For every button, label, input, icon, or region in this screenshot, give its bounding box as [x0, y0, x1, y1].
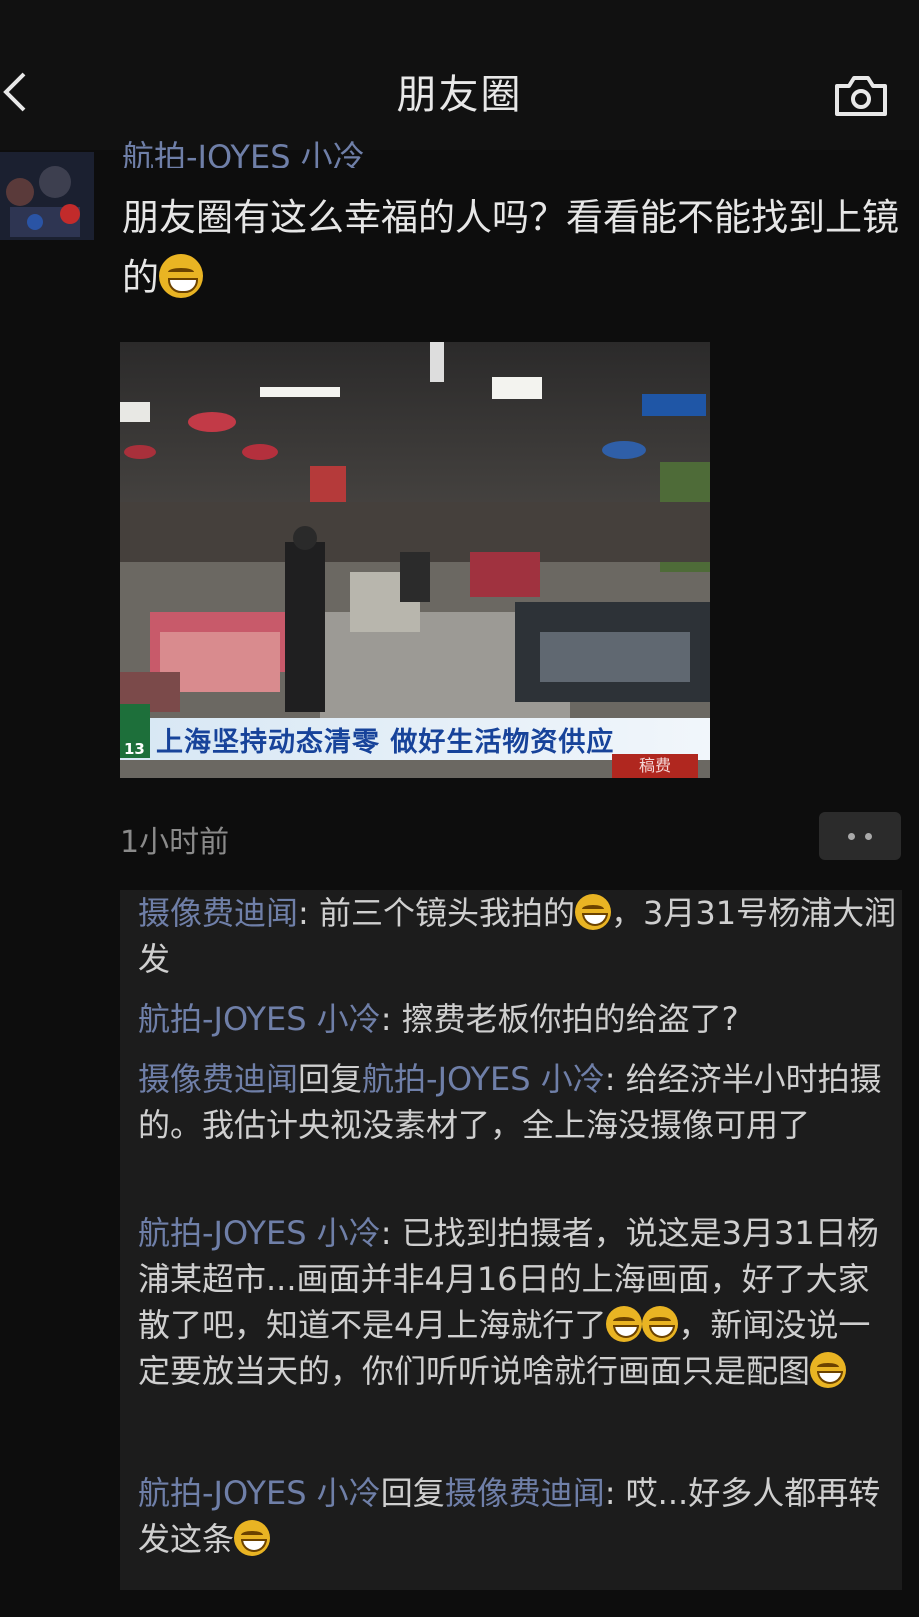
post-image[interactable]: 13 上海坚持动态清零 做好生活物资供应 稿费 [120, 342, 710, 778]
more-dot-icon [865, 833, 872, 840]
grin-emoji-icon [159, 254, 203, 298]
more-actions-button[interactable] [819, 812, 901, 860]
news-tag: 稿费 [612, 754, 698, 778]
comment-reply-target[interactable]: 航拍-JOYES 小冷 [362, 1060, 605, 1098]
reply-label: 回复 [298, 1060, 363, 1098]
comment-text: : 擦费老板你拍的给盗了? [380, 1000, 739, 1038]
comment-item[interactable]: 摄像费迪闻: 前三个镜头我拍的 ，3月31号杨浦大润发 [138, 890, 898, 982]
comment-text: : 前三个镜头我拍的 [298, 894, 575, 932]
laugh-emoji-icon [574, 894, 611, 930]
more-dot-icon [848, 833, 855, 840]
laugh-emoji-icon [234, 1520, 271, 1556]
post-text-content: 朋友圈有这么幸福的人吗？看看能不能找到上镜的 [122, 196, 899, 299]
post-author[interactable]: 航拍-JOYES 小冷 [122, 134, 902, 168]
reply-label: 回复 [380, 1474, 445, 1512]
comment-author[interactable]: 摄像费迪闻 [138, 1060, 298, 1098]
supermarket-scene [120, 342, 710, 778]
moment-post: 航拍-JOYES 小冷 朋友圈有这么幸福的人吗？看看能不能找到上镜的 [122, 138, 902, 308]
comment-author[interactable]: 航拍-JOYES 小冷 [138, 1214, 381, 1252]
comment-author[interactable]: 航拍-JOYES 小冷 [138, 1474, 381, 1512]
channel-number: 13 [124, 740, 145, 758]
grin-emoji-icon [606, 1306, 643, 1342]
comment-author[interactable]: 摄像费迪闻 [138, 894, 298, 932]
comment-item[interactable]: 航拍-JOYES 小冷: 已找到拍摄者，说这是3月31日杨浦某超市...画面并非… [138, 1210, 898, 1394]
post-time: 1小时前 [120, 825, 230, 860]
news-caption: 上海坚持动态清零 做好生活物资供应 [156, 727, 615, 758]
camera-icon[interactable] [832, 72, 890, 120]
post-text: 朋友圈有这么幸福的人吗？看看能不能找到上镜的 [122, 188, 902, 308]
grin-emoji-icon [642, 1306, 679, 1342]
channel-logo: 13 [120, 704, 150, 758]
top-bar: 朋友圈 [0, 0, 919, 150]
grin-emoji-icon [810, 1352, 847, 1388]
comment-item[interactable]: 航拍-JOYES 小冷: 擦费老板你拍的给盗了? [138, 996, 898, 1042]
page-title: 朋友圈 [396, 72, 523, 118]
comment-reply-target[interactable]: 摄像费迪闻 [445, 1474, 605, 1512]
avatar[interactable] [0, 152, 94, 240]
comment-item[interactable]: 摄像费迪闻回复航拍-JOYES 小冷: 给经济半小时拍摄的。我估计央视没素材了，… [138, 1056, 898, 1148]
comment-section: 摄像费迪闻: 前三个镜头我拍的 ，3月31号杨浦大润发 航拍-JOYES 小冷: … [120, 890, 902, 1590]
comment-author[interactable]: 航拍-JOYES 小冷 [138, 1000, 381, 1038]
comment-item[interactable]: 航拍-JOYES 小冷回复摄像费迪闻: 哎...好多人都再转发这条 [138, 1470, 898, 1562]
